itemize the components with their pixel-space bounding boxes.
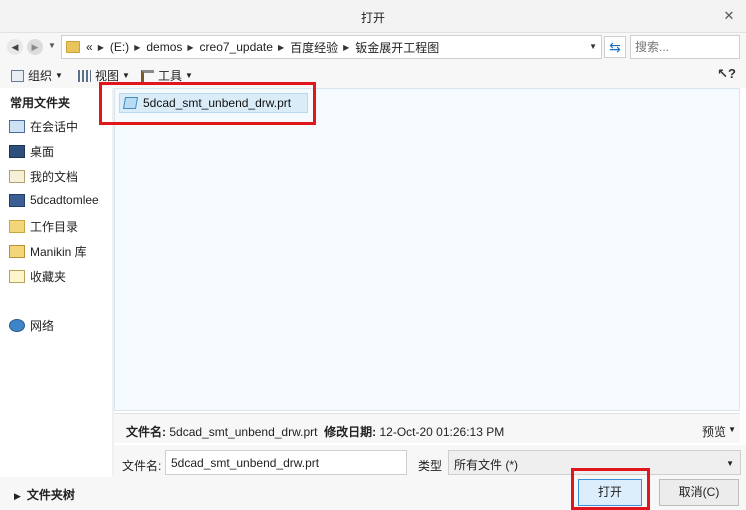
breadcrumb-separator-icon: ▶ [187,42,194,52]
sidebar-item-session[interactable]: 在会话中 [9,118,78,135]
address-dropdown-icon[interactable]: ▼ [589,42,597,51]
navigation-bar: ◀ ▶ ▼ « ▶ (E:) ▶ demos ▶ creo7_update ▶ … [0,33,746,61]
window-title: 打开 [360,11,385,25]
sidebar-item-manikin[interactable]: Manikin 库 [9,243,87,260]
sidebar-item-label: 5dcadtomlee [30,193,99,207]
details-modified-label: 修改日期: [324,425,377,439]
sidebar-item-label: 在会话中 [30,120,79,134]
address-bar[interactable]: « ▶ (E:) ▶ demos ▶ creo7_update ▶ 百度经验 ▶… [61,35,602,59]
title-bar: 打开 ✕ [0,0,746,33]
cancel-button[interactable]: 取消(C) [659,479,739,506]
expand-triangle-icon: ▶ [14,491,21,501]
view-menu[interactable]: 视图 ▼ [78,67,130,84]
sidebar-item-documents[interactable]: 我的文档 [9,168,78,185]
open-button[interactable]: 打开 [578,479,642,506]
search-input[interactable] [630,35,740,59]
breadcrumb-current[interactable]: 钣金展开工程图 [355,39,439,56]
filename-label: 文件名: [122,459,162,473]
working-directory-icon [9,220,25,233]
view-icon [78,69,91,82]
file-type-value: 所有文件 (*) [454,458,518,472]
breadcrumb-separator-icon: ▶ [343,42,350,52]
sidebar-item-label: 我的文档 [30,170,79,184]
chevron-down-icon: ▼ [726,459,734,468]
filename-field[interactable] [165,450,407,475]
details-bar: 文件名: 5dcad_smt_unbend_drw.prt 修改日期: 12-O… [114,413,740,443]
sidebar-item-working-dir[interactable]: 工作目录 [9,218,78,235]
organize-menu[interactable]: 组织 ▼ [11,67,63,84]
view-label: 视图 [95,69,120,83]
folder-icon [66,41,80,53]
forward-arrow-icon[interactable]: ▶ [27,39,43,55]
file-list[interactable]: 5dcad_smt_unbend_drw.prt [114,88,740,411]
chevron-down-icon: ▼ [55,71,63,80]
user-computer-icon [9,193,25,207]
history-dropdown-icon[interactable]: ▼ [48,41,56,50]
breadcrumb-drive[interactable]: (E:) [110,40,129,54]
sidebar-item-label: 网络 [30,319,55,333]
sidebar-item-network[interactable]: 网络 [9,317,54,334]
help-cursor-icon[interactable]: ↖? [717,66,736,82]
part-file-icon [122,97,139,109]
sidebar-item-user[interactable]: 5dcadtomlee [9,193,99,207]
tools-menu[interactable]: 工具 ▼ [141,67,193,84]
file-name: 5dcad_smt_unbend_drw.prt [143,96,292,110]
desktop-icon [9,145,25,158]
sidebar: 常用文件夹 在会话中 桌面 我的文档 5dcadtomlee 工作目录 Mani… [0,88,112,476]
organize-icon [11,69,24,82]
documents-icon [9,170,25,183]
tools-label: 工具 [158,69,183,83]
sidebar-item-label: Manikin 库 [30,245,87,259]
close-icon[interactable]: ✕ [718,6,740,26]
bottom-bar: ▶ 文件夹树 打开 取消(C) [0,477,746,510]
type-label: 类型 [418,459,443,473]
folder-tree-toggle[interactable]: ▶ 文件夹树 [14,486,75,503]
sidebar-heading: 常用文件夹 [10,96,71,110]
breadcrumb-baidu[interactable]: 百度经验 [290,39,338,56]
breadcrumb-demos[interactable]: demos [146,40,182,54]
breadcrumb-creo7-update[interactable]: creo7_update [200,40,273,54]
sidebar-item-label: 桌面 [30,145,55,159]
breadcrumb-separator-icon: ▶ [134,42,141,52]
back-arrow-icon[interactable]: ◀ [7,39,23,55]
preview-toggle[interactable]: 预览 [702,423,726,440]
chevron-down-icon: ▼ [122,71,130,80]
details-modified-value: 12-Oct-20 01:26:13 PM [379,425,505,439]
sidebar-item-label: 收藏夹 [30,270,67,284]
tools-icon [141,69,154,82]
details-filename-label: 文件名: [126,425,166,439]
file-type-select[interactable]: 所有文件 (*) ▼ [448,450,741,475]
breadcrumb-overflow[interactable]: « [86,40,93,54]
filename-row: 文件名: 类型 所有文件 (*) ▼ [114,445,746,477]
refresh-icon[interactable]: ⇆ [604,36,626,58]
list-item[interactable]: 5dcad_smt_unbend_drw.prt [119,93,308,113]
sidebar-item-desktop[interactable]: 桌面 [9,143,54,160]
session-monitor-icon [9,120,25,133]
breadcrumb-separator-icon: ▶ [97,42,104,52]
network-icon [9,319,25,332]
favorites-icon [9,270,25,283]
details-filename-value: 5dcad_smt_unbend_drw.prt [169,425,318,439]
folder-tree-label: 文件夹树 [26,488,75,502]
breadcrumb-separator-icon: ▶ [277,42,285,52]
chevron-down-icon[interactable]: ▼ [728,425,736,434]
sidebar-item-label: 工作目录 [30,220,79,234]
toolbar: 组织 ▼ 视图 ▼ 工具 ▼ ↖? [0,61,746,88]
file-details: 文件名: 5dcad_smt_unbend_drw.prt 修改日期: 12-O… [126,423,504,440]
organize-label: 组织 [28,69,53,83]
chevron-down-icon: ▼ [185,71,193,80]
sidebar-item-favorites[interactable]: 收藏夹 [9,268,66,285]
library-folder-icon [9,245,25,258]
